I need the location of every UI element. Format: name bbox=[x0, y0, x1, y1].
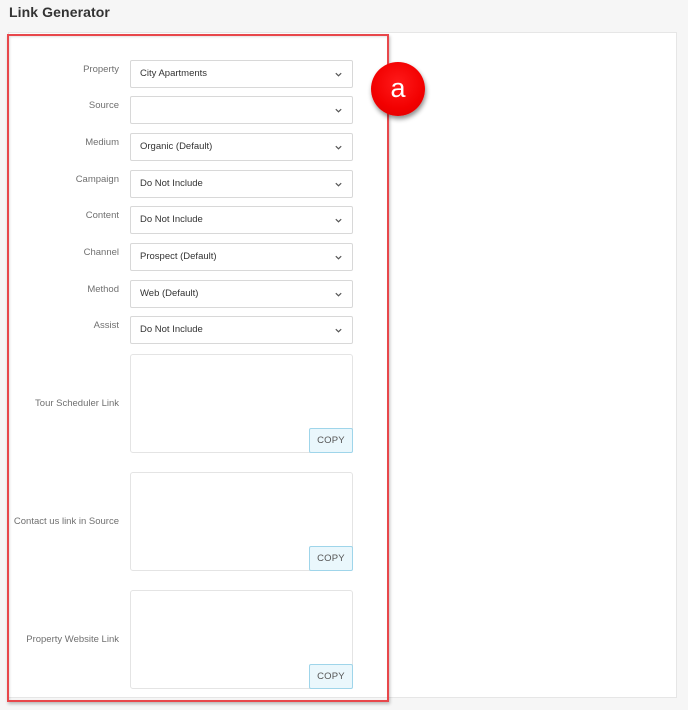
property-website-link-label: Property Website Link bbox=[26, 634, 119, 645]
property-label: Property bbox=[83, 64, 119, 75]
method-label: Method bbox=[87, 284, 119, 295]
property-website-link-row: Property Website Link COPY bbox=[8, 590, 368, 689]
copy-tour-scheduler-link-button[interactable]: COPY bbox=[309, 428, 353, 453]
assist-select-value: Do Not Include bbox=[140, 324, 203, 335]
tour-scheduler-link-label: Tour Scheduler Link bbox=[35, 398, 119, 409]
method-select-value: Web (Default) bbox=[140, 288, 199, 299]
method-select[interactable]: Web (Default) bbox=[130, 280, 353, 308]
medium-select[interactable]: Organic (Default) bbox=[130, 133, 353, 161]
assist-select[interactable]: Do Not Include bbox=[130, 316, 353, 344]
channel-select-value: Prospect (Default) bbox=[140, 251, 217, 262]
source-label: Source bbox=[88, 100, 119, 111]
chevron-down-icon bbox=[335, 182, 342, 187]
assist-label: Assist bbox=[93, 320, 119, 331]
copy-contact-us-link-button[interactable]: COPY bbox=[309, 546, 353, 571]
page-title: Link Generator bbox=[9, 4, 110, 20]
chevron-down-icon bbox=[335, 255, 342, 260]
chevron-down-icon bbox=[335, 72, 342, 77]
campaign-select[interactable]: Do Not Include bbox=[130, 170, 353, 198]
channel-select[interactable]: Prospect (Default) bbox=[130, 243, 353, 271]
campaign-select-value: Do Not Include bbox=[140, 178, 203, 189]
source-select[interactable] bbox=[130, 96, 353, 124]
chevron-down-icon bbox=[335, 145, 342, 150]
property-select-value: City Apartments bbox=[140, 68, 208, 79]
chevron-down-icon bbox=[335, 328, 342, 333]
channel-label: Channel bbox=[83, 247, 119, 258]
contact-us-link-row: Contact us link in Source COPY bbox=[8, 472, 368, 571]
annotation-callout-badge: a bbox=[371, 62, 425, 116]
contact-us-link-label: Contact us link in Source bbox=[13, 516, 119, 527]
chevron-down-icon bbox=[335, 108, 342, 113]
medium-select-value: Organic (Default) bbox=[140, 141, 213, 152]
content-select-value: Do Not Include bbox=[140, 214, 203, 225]
content-select[interactable]: Do Not Include bbox=[130, 206, 353, 234]
copy-property-website-link-button[interactable]: COPY bbox=[309, 664, 353, 689]
medium-label: Medium bbox=[85, 137, 119, 148]
tour-scheduler-link-row: Tour Scheduler Link COPY bbox=[8, 354, 368, 453]
chevron-down-icon bbox=[335, 292, 342, 297]
chevron-down-icon bbox=[335, 218, 342, 223]
property-select[interactable]: City Apartments bbox=[130, 60, 353, 88]
content-label: Content bbox=[85, 210, 119, 221]
campaign-label: Campaign bbox=[75, 174, 119, 185]
